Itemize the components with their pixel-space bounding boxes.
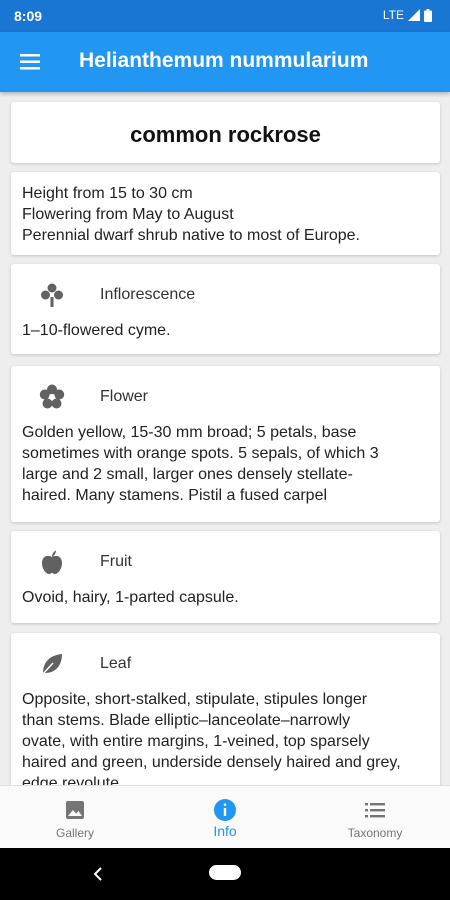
info-content[interactable]: common rockrose Height from 15 to 30 cm … [0, 92, 450, 785]
section-title-fruit: Fruit [100, 553, 132, 570]
bottom-nav: Gallery Info Taxonomy [0, 785, 450, 849]
system-nav-bar [0, 848, 450, 900]
text-line: sometimes with orange spots. 5 sepals, o… [22, 445, 379, 462]
text-line: haired and green, underside densely hair… [22, 754, 401, 771]
nav-label-info: Info [213, 823, 237, 839]
app-bar: Helianthemum nummularium [0, 32, 450, 92]
section-card-leaf: Leaf Opposite, short-stalked, stipulate,… [11, 633, 440, 785]
text-line: haired. Many stamens. Pistil a fused car… [22, 487, 328, 504]
status-time: 8:09 [14, 8, 43, 24]
gallery-icon [66, 801, 84, 819]
common-name: common rockrose [130, 122, 321, 147]
inflorescence-icon [41, 283, 63, 307]
nav-label-taxonomy: Taxonomy [347, 826, 403, 840]
fact-habit: Perennial dwarf shrub native to most of … [22, 227, 360, 244]
section-card-fruit: Fruit Ovoid, hairy, 1-parted capsule. [11, 531, 440, 623]
section-text-flower: Golden yellow, 15-30 mm broad; 5 petals,… [11, 422, 440, 506]
nav-info[interactable]: Info [150, 786, 300, 849]
fruit-icon [42, 550, 62, 574]
nav-gallery[interactable]: Gallery [0, 786, 150, 849]
home-button[interactable] [209, 865, 241, 880]
status-icons: LTE [383, 8, 432, 22]
network-label: LTE [382, 8, 404, 22]
nav-label-gallery: Gallery [55, 826, 94, 840]
text-line: than stems. Blade elliptic–lanceolate–na… [22, 712, 351, 729]
fact-height: Height from 15 to 30 cm [22, 185, 193, 202]
section-card-flower: Flower Golden yellow, 15-30 mm broad; 5 … [11, 366, 440, 522]
section-title-flower: Flower [100, 388, 149, 405]
battery-icon [424, 8, 432, 22]
facts-card: Height from 15 to 30 cm Flowering from M… [11, 172, 440, 255]
text-line: Ovoid, hairy, 1-parted capsule. [22, 589, 239, 606]
section-text-leaf: Opposite, short-stalked, stipulate, stip… [11, 689, 440, 785]
section-card-inflorescence: Inflorescence 1–10-flowered cyme. [11, 264, 440, 354]
leaf-icon [41, 654, 62, 676]
status-bar: 8:09 LTE [0, 0, 450, 32]
section-text-inflorescence: 1–10-flowered cyme. [11, 320, 440, 341]
text-line: ovate, with entire margins, 1-veined, to… [22, 733, 370, 750]
text-line: 1–10-flowered cyme. [22, 322, 171, 339]
back-icon[interactable] [90, 864, 106, 884]
flower-icon [39, 384, 65, 409]
signal-icon [408, 9, 420, 21]
menu-button[interactable] [18, 50, 44, 74]
fact-flowering: Flowering from May to August [22, 206, 234, 223]
text-line: large and 2 small, larger ones densely s… [22, 466, 353, 483]
info-icon [214, 799, 236, 821]
menu-icon [20, 54, 40, 70]
text-line: Opposite, short-stalked, stipulate, stip… [22, 691, 368, 708]
section-text-fruit: Ovoid, hairy, 1-parted capsule. [11, 587, 440, 608]
section-title-leaf: Leaf [100, 655, 132, 672]
app-title: Helianthemum nummularium [79, 49, 369, 72]
common-name-card: common rockrose [11, 102, 440, 163]
section-title-inflorescence: Inflorescence [100, 286, 196, 303]
nav-taxonomy[interactable]: Taxonomy [300, 786, 450, 849]
text-line: edge revolute [22, 775, 119, 785]
text-line: Golden yellow, 15-30 mm broad; 5 petals,… [22, 424, 357, 441]
list-icon [365, 803, 385, 818]
